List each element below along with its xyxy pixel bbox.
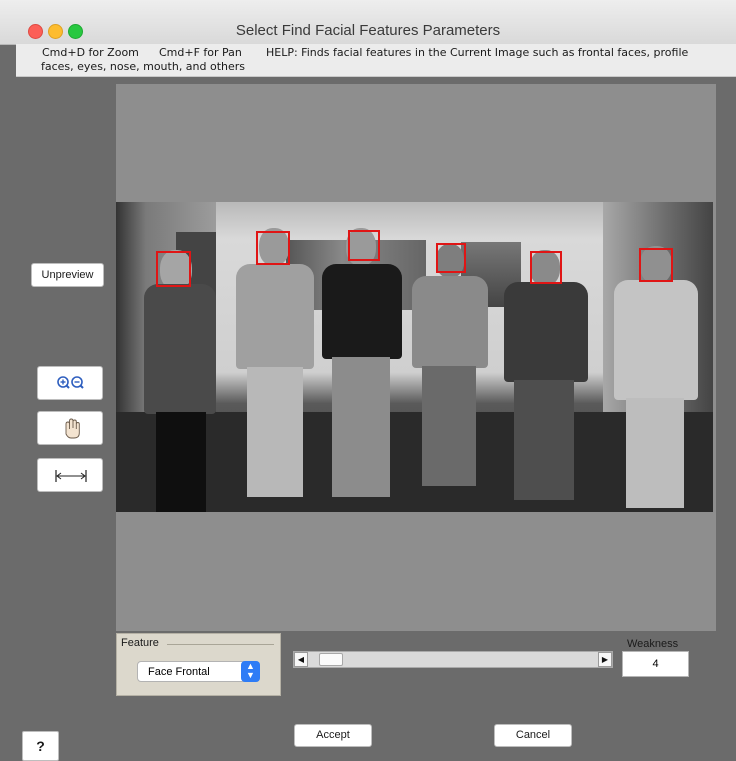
weakness-label: Weakness xyxy=(627,638,679,650)
slider-thumb[interactable] xyxy=(319,653,343,666)
window-title: Select Find Facial Features Parameters xyxy=(235,22,501,39)
face-detection-box xyxy=(436,243,466,273)
slider-left-arrow-icon[interactable]: ◀ xyxy=(294,652,308,667)
help-bar: Cmd+D for Zoom Cmd+F for Pan HELP: Finds… xyxy=(16,44,736,77)
image-preview-area[interactable] xyxy=(116,84,716,631)
hand-pan-icon xyxy=(65,418,80,439)
face-detection-box xyxy=(348,230,380,261)
feature-select-value: Face Frontal xyxy=(148,666,210,678)
cancel-button[interactable]: Cancel xyxy=(494,724,572,747)
pan-button[interactable] xyxy=(37,411,103,445)
slider-right-arrow-icon[interactable]: ▶ xyxy=(598,652,612,667)
feature-legend: Feature xyxy=(121,637,159,649)
fit-width-icon xyxy=(55,470,87,482)
face-detection-box xyxy=(156,251,191,287)
unpreview-button[interactable]: Unpreview xyxy=(31,263,104,287)
preview-image xyxy=(116,202,713,512)
feature-panel: Feature Face Frontal ▲ ▼ xyxy=(116,633,281,696)
weakness-slider[interactable]: ◀ ▶ xyxy=(293,651,613,668)
zoom-button[interactable] xyxy=(37,366,103,400)
face-detection-box xyxy=(530,251,562,284)
help-text-line2: faces, eyes, nose, mouth, and others xyxy=(41,60,246,73)
help-text-line1: HELP: Finds facial features in the Curre… xyxy=(266,46,689,59)
help-button[interactable]: ? xyxy=(22,731,59,761)
face-detection-box xyxy=(256,231,290,265)
dialog-window: Select Find Facial Features Parameters C… xyxy=(0,0,736,761)
fit-width-button[interactable] xyxy=(37,458,103,492)
face-detection-box xyxy=(639,248,673,282)
feature-select[interactable]: Face Frontal ▲ ▼ xyxy=(137,661,260,682)
slider-track[interactable] xyxy=(308,652,598,667)
title-bar: Select Find Facial Features Parameters xyxy=(0,0,736,45)
zoom-in-out-icon xyxy=(57,376,84,389)
select-stepper-icon: ▲ ▼ xyxy=(241,661,260,682)
weakness-value-field[interactable]: 4 xyxy=(622,651,689,677)
accept-button[interactable]: Accept xyxy=(294,724,372,747)
pan-hint: Cmd+F for Pan xyxy=(159,46,242,59)
zoom-hint: Cmd+D for Zoom xyxy=(42,46,139,59)
